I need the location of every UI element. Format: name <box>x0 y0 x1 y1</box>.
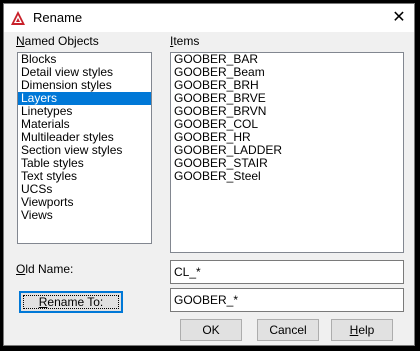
rename-to-button[interactable]: Rename To: <box>19 291 123 313</box>
items-list[interactable]: GOOBER_BAR GOOBER_Beam GOOBER_BRH GOOBER_BR… <box>170 52 404 253</box>
item-list-item[interactable]: GOOBER_Steel <box>171 170 403 183</box>
window-title: Rename <box>33 10 83 25</box>
rename-dialog: Rename ✕ Named Objects Blocks Detail view… <box>3 3 415 346</box>
items-label: Items <box>170 34 200 48</box>
named-objects-list[interactable]: Blocks Detail view styles Dimension styles… <box>17 52 152 244</box>
named-objects-label: Named Objects <box>16 34 99 48</box>
old-name-label: Old Name: <box>16 262 74 276</box>
ok-button[interactable]: OK <box>180 319 242 341</box>
close-icon[interactable]: ✕ <box>384 4 414 32</box>
named-object-item[interactable]: Views <box>18 209 151 222</box>
help-button[interactable]: Help <box>331 319 393 341</box>
rename-to-field[interactable]: GOOBER_* <box>170 288 404 312</box>
cancel-button[interactable]: Cancel <box>257 319 319 341</box>
old-name-field[interactable]: CL_* <box>170 260 404 284</box>
autocad-icon <box>11 11 25 25</box>
title-bar[interactable]: Rename ✕ <box>4 4 414 32</box>
